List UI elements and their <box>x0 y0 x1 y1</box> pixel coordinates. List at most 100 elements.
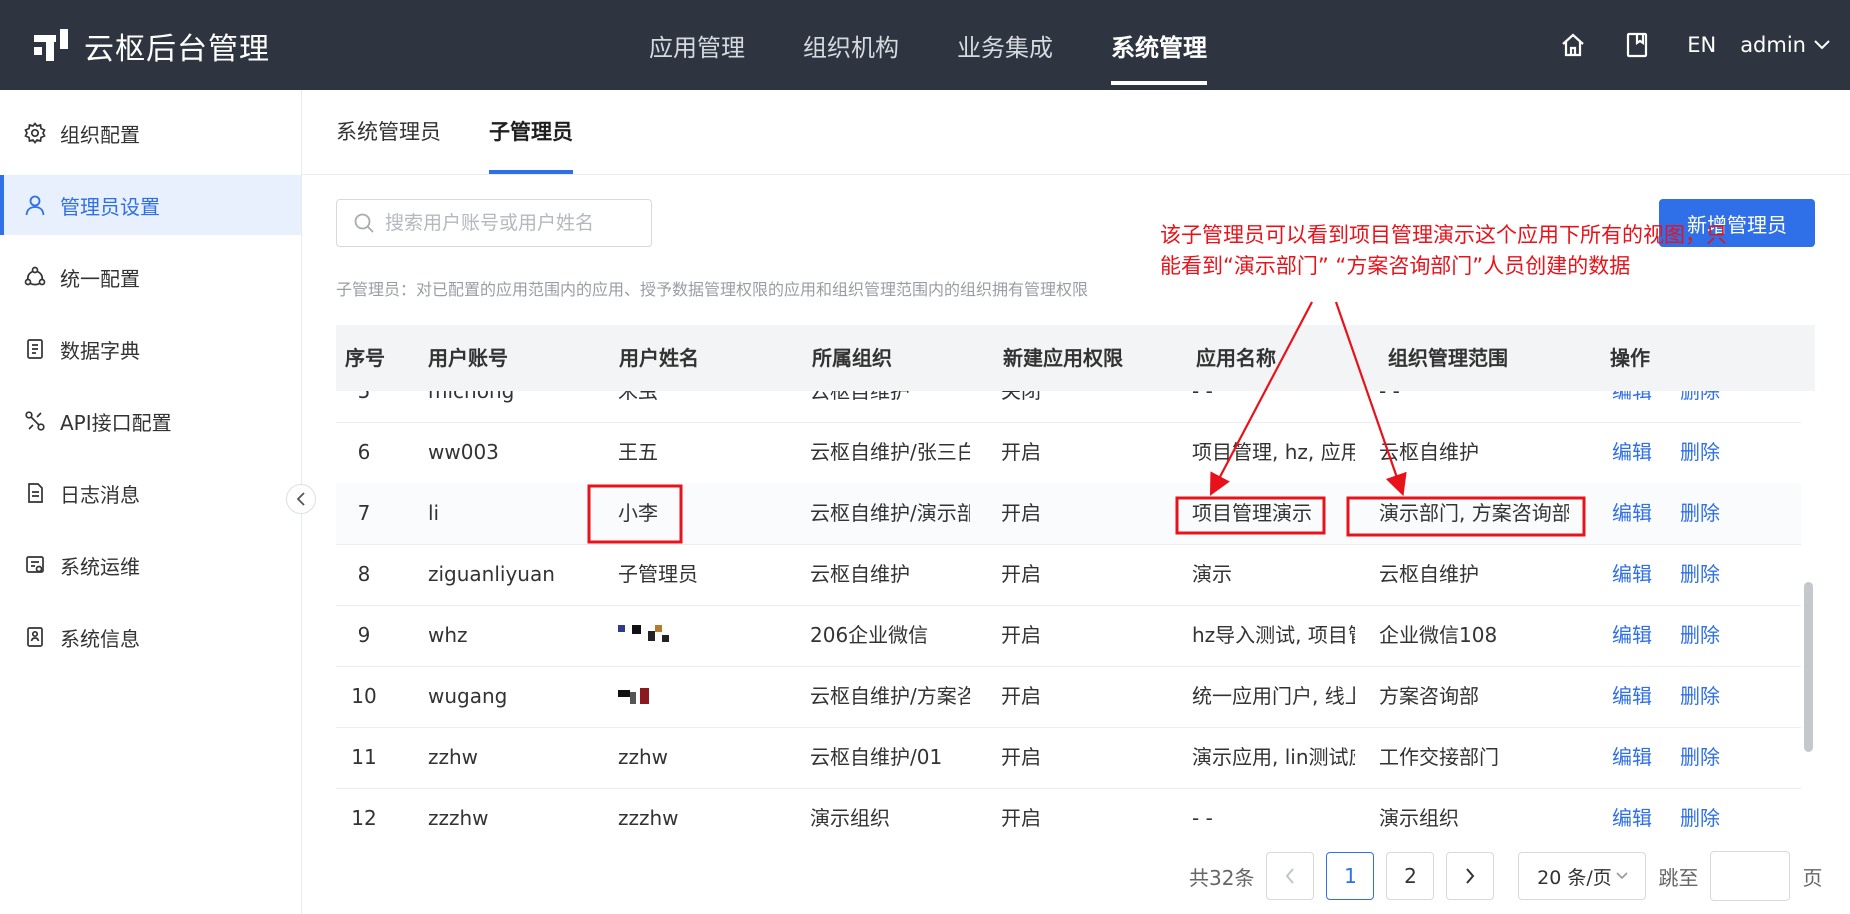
edit-link[interactable]: 编辑 <box>1612 422 1652 483</box>
sidebar-item-system-ops[interactable]: 系统运维 <box>0 535 301 595</box>
cell-account: zzzhw <box>428 806 489 830</box>
nav-organization[interactable]: 组织机构 <box>803 0 899 90</box>
language-switch[interactable]: EN <box>1687 33 1716 57</box>
chevron-down-icon <box>1814 40 1830 50</box>
cell-app-name: 项目管理, hz, 应用 <box>1192 440 1355 464</box>
home-icon[interactable] <box>1559 31 1587 59</box>
cell-name: 小李 <box>618 501 658 525</box>
page-size-value: 20 条/页 <box>1537 866 1612 889</box>
page-size-select[interactable]: 20 条/页 <box>1518 852 1647 900</box>
delete-link[interactable]: 删除 <box>1680 727 1720 788</box>
cell-org: 云枢自维护 <box>810 391 910 403</box>
prev-page-button[interactable] <box>1266 852 1315 900</box>
sidebar-item-label: 统一配置 <box>60 266 140 291</box>
logo-icon <box>34 29 68 61</box>
cell-org: 云枢自维护/方案咨询 <box>810 684 970 708</box>
cell-permission: 开启 <box>1001 440 1041 464</box>
pagination: 共32条 1 2 20 条/页 跳至 页 <box>1189 851 1822 901</box>
sidebar-item-system-info[interactable]: 系统信息 <box>0 607 301 667</box>
dictionary-icon <box>24 338 46 360</box>
sidebar-item-log-messages[interactable]: 日志消息 <box>0 463 301 523</box>
sidebar-item-label: API接口配置 <box>60 410 172 435</box>
edit-link[interactable]: 编辑 <box>1612 666 1652 727</box>
delete-link[interactable]: 删除 <box>1680 666 1720 727</box>
cell-index: 10 <box>351 684 377 708</box>
sidebar-item-data-dictionary[interactable]: 数据字典 <box>0 319 301 379</box>
edit-link[interactable]: 编辑 <box>1612 727 1652 788</box>
delete-link[interactable]: 删除 <box>1680 544 1720 605</box>
edit-link[interactable]: 编辑 <box>1612 544 1652 605</box>
next-page-button[interactable] <box>1446 852 1495 900</box>
user-icon <box>24 194 46 216</box>
nav-business-integration[interactable]: 业务集成 <box>957 0 1053 90</box>
edit-link[interactable]: 编辑 <box>1612 605 1652 666</box>
sidebar-item-api-config[interactable]: API接口配置 <box>0 391 301 451</box>
cell-index: 8 <box>357 562 371 586</box>
delete-link[interactable]: 删除 <box>1680 422 1720 483</box>
user-menu[interactable]: admin <box>1740 33 1830 57</box>
cell-org: 云枢自维护/演示部门 <box>810 501 970 525</box>
cell-app-name: - - <box>1192 806 1213 830</box>
cell-index: 9 <box>357 623 371 647</box>
tab-sub-admin[interactable]: 子管理员 <box>489 90 573 174</box>
cell-account: zzhw <box>428 745 479 769</box>
cell-name: zzzhw <box>618 806 679 830</box>
delete-link[interactable]: 删除 <box>1680 391 1720 422</box>
cell-account: michong <box>428 391 515 403</box>
total-count: 共32条 <box>1189 865 1255 890</box>
col-org-scope: 组织管理范围 <box>1388 346 1508 370</box>
collapse-sidebar-button[interactable] <box>286 484 316 514</box>
cell-name: 米虫 <box>618 391 658 403</box>
table-row: 5 michong 米虫 云枢自维护 关闭 - - - - 编辑 删除 <box>336 391 1801 423</box>
edit-link[interactable]: 编辑 <box>1612 788 1652 836</box>
cell-org-scope: 演示部门, 方案咨询部门 <box>1379 501 1569 525</box>
cell-app-name: - - <box>1192 391 1213 403</box>
table-row: 12 zzzhw zzzhw 演示组织 开启 - - 演示组织 编辑 删除 <box>336 788 1801 836</box>
delete-link[interactable]: 删除 <box>1680 605 1720 666</box>
cell-name: zzhw <box>618 745 669 769</box>
cell-org: 云枢自维护/01 <box>810 745 943 769</box>
nav-system-management[interactable]: 系统管理 <box>1111 0 1207 90</box>
cell-app-name: 演示 <box>1192 562 1232 586</box>
api-icon <box>24 410 46 432</box>
sidebar-item-label: 组织配置 <box>60 122 140 147</box>
table-row: 8 ziguanliyuan 子管理员 云枢自维护 开启 演示 云枢自维护 编辑… <box>336 544 1801 606</box>
sidebar-item-unified-config[interactable]: 统一配置 <box>0 247 301 307</box>
edit-link[interactable]: 编辑 <box>1612 483 1652 544</box>
cell-index: 11 <box>351 745 377 769</box>
cycle-icon <box>24 266 46 288</box>
search-box <box>336 199 652 247</box>
delete-link[interactable]: 删除 <box>1680 483 1720 544</box>
edit-link[interactable]: 编辑 <box>1612 391 1652 422</box>
tab-bar: 系统管理员 子管理员 <box>336 90 621 174</box>
tabs-divider <box>302 174 1850 175</box>
page-1-button[interactable]: 1 <box>1326 852 1375 900</box>
cell-permission: 开启 <box>1001 745 1041 769</box>
tab-system-admin[interactable]: 系统管理员 <box>336 90 441 174</box>
blurred-avatar-name <box>618 686 649 704</box>
cell-index: 6 <box>357 440 371 464</box>
cell-account: li <box>428 501 440 525</box>
nav-app-management[interactable]: 应用管理 <box>649 0 745 90</box>
col-index: 序号 <box>345 346 385 370</box>
table-row: 10 wugang 云枢自维护/方案咨询 开启 统一应用门户, 线上 方案咨询部… <box>336 666 1801 728</box>
brand-title: 云枢后台管理 <box>84 32 270 67</box>
table-scrollbar[interactable] <box>1804 582 1813 752</box>
gear-icon <box>24 122 46 144</box>
delete-link[interactable]: 删除 <box>1680 788 1720 836</box>
chevron-left-icon <box>1286 868 1295 884</box>
jump-page-input[interactable] <box>1710 851 1791 901</box>
col-app-name: 应用名称 <box>1196 346 1276 370</box>
blurred-avatar-name <box>618 625 669 642</box>
page-2-button[interactable]: 2 <box>1386 852 1435 900</box>
sidebar-item-org-config[interactable]: 组织配置 <box>0 103 301 163</box>
sidebar-item-label: 系统信息 <box>60 626 140 651</box>
sidebar-item-label: 数据字典 <box>60 338 140 363</box>
chevron-left-icon <box>296 492 305 506</box>
maintenance-icon <box>24 554 46 576</box>
user-name: admin <box>1740 33 1806 57</box>
search-icon <box>354 213 374 233</box>
search-input[interactable] <box>383 211 637 235</box>
sidebar-item-admin-settings[interactable]: 管理员设置 <box>0 175 301 235</box>
document-icon[interactable] <box>1623 31 1651 59</box>
